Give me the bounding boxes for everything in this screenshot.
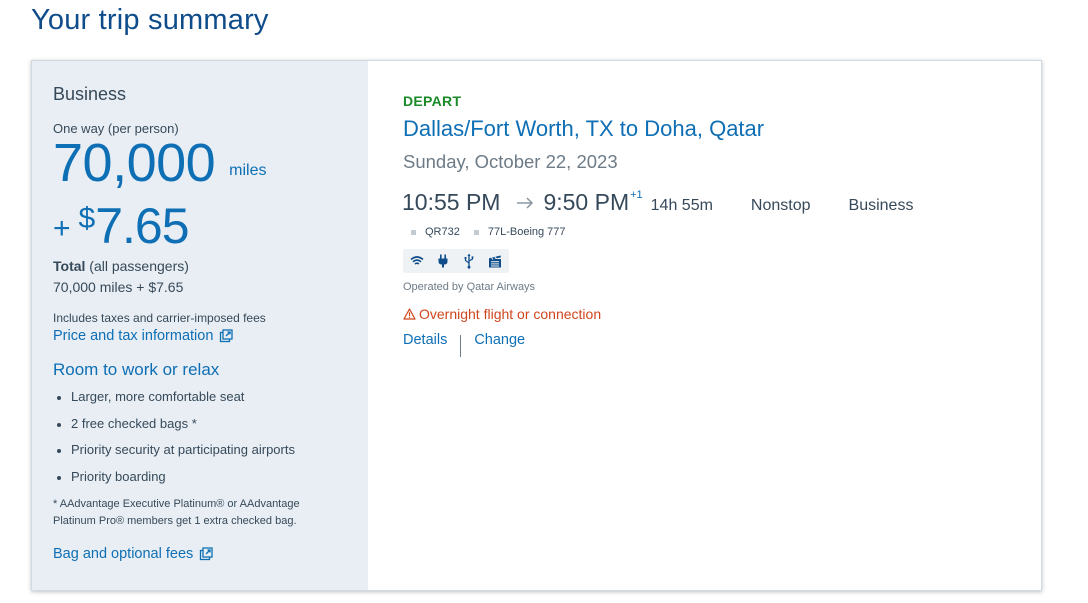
aircraft-type: 77L-Boeing 777 <box>487 226 566 238</box>
change-link[interactable]: Change <box>474 332 525 348</box>
link-divider <box>460 335 462 357</box>
flight-date: Sunday, October 22, 2023 <box>403 151 618 172</box>
entertainment-icon <box>485 252 505 270</box>
fare-panel: Business One way (per person) 70,000 mil… <box>32 61 368 590</box>
flight-times-row: 10:55 PM 9:50 PM +1 14h 55m Nonstop Busi… <box>402 189 913 216</box>
perk-item: Priority boarding <box>53 466 368 493</box>
miles-unit: miles <box>229 162 267 179</box>
external-link-icon <box>220 329 234 343</box>
flight-meta: QR732 77L-Boeing 777 <box>411 226 566 238</box>
cash-price: + $ 7.65 <box>53 198 368 254</box>
warning-icon <box>403 308 416 320</box>
bag-fees-label: Bag and optional fees <box>53 546 194 562</box>
flight-actions: Details Change <box>403 332 525 357</box>
stops-label: Nonstop <box>750 197 811 214</box>
trip-summary-card: Business One way (per person) 70,000 mil… <box>31 60 1042 591</box>
perk-item: Larger, more comfortable seat <box>53 386 368 413</box>
perk-item: 2 free checked bags * <box>53 413 368 440</box>
bullet-square-icon <box>411 229 416 235</box>
wifi-icon <box>407 252 427 270</box>
price-tax-info-link[interactable]: Price and tax information <box>53 328 368 344</box>
amenities-bar <box>403 249 509 273</box>
bullet-square-icon <box>473 229 479 235</box>
route-title: Dallas/Fort Worth, TX to Doha, Qatar <box>403 116 765 141</box>
total-suffix: (all passengers) <box>89 258 189 274</box>
cash-currency: $ <box>78 202 96 235</box>
details-link[interactable]: Details <box>403 332 447 348</box>
flight-cabin: Business <box>848 197 914 214</box>
flight-duration: 14h 55m <box>650 197 713 214</box>
perks-list: Larger, more comfortable seat 2 free che… <box>53 386 368 492</box>
usb-icon <box>459 252 479 270</box>
flight-number: QR732 <box>425 226 460 238</box>
page-title: Your trip summary <box>31 4 269 36</box>
perk-item: Priority security at participating airpo… <box>53 439 368 466</box>
cash-plus-sign: + <box>53 212 71 245</box>
warning-text: Overnight flight or connection <box>419 306 602 322</box>
power-outlet-icon <box>433 252 453 270</box>
total-value: 70,000 miles + $7.65 <box>53 279 184 295</box>
bag-fees-link[interactable]: Bag and optional fees <box>53 546 368 562</box>
overnight-warning: Overnight flight or connection <box>403 306 601 322</box>
depart-time: 10:55 PM <box>402 189 501 215</box>
arrive-time: 9:50 PM <box>543 189 630 215</box>
miles-price: 70,000 miles <box>53 134 368 192</box>
total-line: Total (all passengers) <box>53 258 368 274</box>
perks-title: Room to work or relax <box>53 360 220 379</box>
taxes-note: Includes taxes and carrier-imposed fees <box>53 311 266 325</box>
bag-footnote: * AAdvantage Executive Platinum® or AAdv… <box>53 498 300 527</box>
price-tax-info-label: Price and tax information <box>53 328 214 344</box>
operated-by: Operated by Qatar Airways <box>403 281 536 293</box>
total-label: Total <box>53 258 86 274</box>
flight-details-panel: DEPART Dallas/Fort Worth, TX to Doha, Qa… <box>368 61 1041 590</box>
external-link-icon <box>200 547 213 561</box>
miles-amount: 70,000 <box>53 133 216 193</box>
cash-amount: 7.65 <box>95 198 189 254</box>
next-day-indicator: +1 <box>630 189 643 201</box>
arrow-right-icon <box>517 197 534 209</box>
cabin-label: Business <box>53 84 127 104</box>
depart-label: DEPART <box>403 93 462 109</box>
